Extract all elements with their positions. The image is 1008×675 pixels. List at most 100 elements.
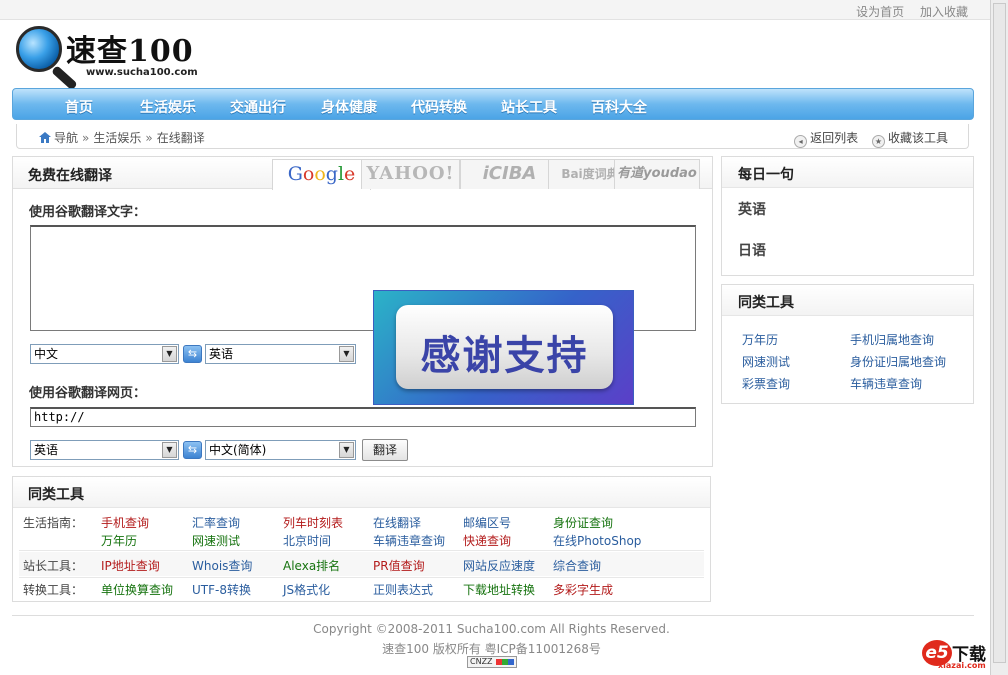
side-link[interactable]: 万年历 [742, 331, 778, 348]
breadcrumb-bar: 导航» 生活娱乐» 在线翻译 ◂ 返回列表 ★ 收藏该工具 [16, 124, 969, 149]
nav-code[interactable]: 代码转换 [411, 97, 467, 117]
similar-tools-header: 同类工具 [13, 477, 710, 508]
back-to-list[interactable]: ◂ 返回列表 [794, 131, 859, 148]
set-homepage-link[interactable]: 设为首页 [856, 5, 904, 19]
text-to-value: 英语 [209, 347, 234, 361]
side-link[interactable]: 彩票查询 [742, 375, 790, 392]
side-link[interactable]: 车辆违章查询 [850, 375, 922, 392]
watermark-logo: e5 下载 xiazai.com [920, 638, 1002, 672]
translate-title: 免费在线翻译 [28, 168, 112, 184]
row-label-life: 生活指南： [23, 516, 84, 530]
page-to-select[interactable]: 中文(简体) ▼ [205, 440, 356, 460]
tool-link[interactable]: 邮编区号 [463, 514, 511, 531]
tool-link[interactable]: 网速测试 [192, 532, 240, 549]
daily-sentence-panel: 每日一句 英语 日语 [721, 156, 974, 276]
similar-tools-panel: 同类工具 生活指南： 手机查询 汇率查询 列车时刻表 在线翻译 邮编区号 身份证… [12, 476, 711, 602]
scrollbar-thumb[interactable] [993, 3, 1006, 663]
breadcrumb-separator: » [145, 131, 153, 145]
tool-link[interactable]: Alexa排名 [283, 557, 340, 574]
tool-link[interactable]: 列车时刻表 [283, 514, 343, 531]
breadcrumb-nav[interactable]: 导航 [54, 131, 78, 145]
similar-tools-side-title: 同类工具 [738, 295, 794, 311]
nav-encyclopedia[interactable]: 百科大全 [591, 97, 647, 117]
add-favorite-link[interactable]: 加入收藏 [920, 5, 968, 19]
tool-link[interactable]: 在线翻译 [373, 514, 421, 531]
translate-page-button[interactable]: 翻译 [362, 439, 408, 461]
tool-link[interactable]: 汇率查询 [192, 514, 240, 531]
logo-url: www.sucha100.com [86, 67, 198, 78]
tool-link[interactable]: UTF-8转换 [192, 581, 251, 598]
text-to-select[interactable]: 英语 ▼ [205, 344, 356, 364]
side-link[interactable]: 身份证归属地查询 [850, 353, 946, 370]
star-icon: ★ [871, 135, 885, 148]
stat-badge[interactable]: CNZZ [467, 656, 517, 668]
vertical-scrollbar[interactable] [990, 0, 1008, 675]
thanks-banner-text: 感谢支持 [420, 333, 589, 379]
page-translate-label: 使用谷歌翻译网页： [29, 386, 147, 401]
chevron-down-icon: ▼ [339, 442, 354, 458]
tool-link[interactable]: PR值查询 [373, 557, 425, 574]
top-strip: 设为首页 加入收藏 [0, 0, 990, 20]
tab-yahoo[interactable]: YAHOO! [361, 159, 460, 189]
footer-copyright: Copyright ©2008-2011 Sucha100.com All Ri… [313, 622, 670, 636]
tool-link[interactable]: 身份证查询 [553, 514, 613, 531]
breadcrumb: 导航» 生活娱乐» 在线翻译 [39, 129, 205, 146]
tool-link[interactable]: IP地址查询 [101, 557, 160, 574]
page-from-value: 英语 [34, 443, 59, 457]
tool-link[interactable]: 下载地址转换 [463, 581, 535, 598]
swap-languages-icon[interactable]: ⇆ [183, 441, 202, 459]
tab-iciba[interactable]: iCIBA [460, 159, 559, 189]
back-label: 返回列表 [810, 131, 859, 145]
similar-tools-title: 同类工具 [28, 487, 84, 503]
nav-traffic[interactable]: 交通出行 [230, 97, 286, 117]
nav-webmaster[interactable]: 站长工具 [501, 97, 557, 117]
row-label-convert: 转换工具： [23, 583, 84, 597]
breadcrumb-separator: » [82, 131, 90, 145]
chevron-down-icon: ▼ [162, 346, 177, 362]
tool-link[interactable]: 车辆违章查询 [373, 532, 445, 549]
swap-languages-icon[interactable]: ⇆ [183, 345, 202, 363]
main-nav: 首页 生活娱乐 交通出行 身体健康 代码转换 站长工具 百科大全 [12, 88, 974, 120]
nav-life[interactable]: 生活娱乐 [140, 97, 196, 117]
tool-link[interactable]: 正则表达式 [373, 581, 433, 598]
tool-link[interactable]: JS格式化 [283, 581, 330, 598]
nav-health[interactable]: 身体健康 [321, 97, 377, 117]
tab-youdao[interactable]: 有道youdao [614, 159, 700, 189]
tool-link[interactable]: 网站反应速度 [463, 557, 535, 574]
row-label-webmaster: 站长工具： [23, 559, 84, 573]
chevron-down-icon: ▼ [339, 346, 354, 362]
text-translate-label: 使用谷歌翻译文字： [29, 205, 147, 220]
nav-home[interactable]: 首页 [65, 97, 93, 117]
daily-title: 每日一句 [738, 167, 794, 183]
tool-link[interactable]: 北京时间 [283, 532, 331, 549]
thanks-banner-plate: 感谢支持 [396, 305, 613, 389]
tool-link[interactable]: 在线PhotoShop [553, 532, 641, 549]
text-from-select[interactable]: 中文 ▼ [30, 344, 179, 364]
tool-link[interactable]: Whois查询 [192, 557, 252, 574]
url-input[interactable]: http:// [30, 407, 696, 427]
tool-link[interactable]: 快递查询 [463, 532, 511, 549]
page-from-select[interactable]: 英语 ▼ [30, 440, 179, 460]
stat-badge-label: CNZZ [470, 657, 493, 666]
chevron-down-icon: ▼ [162, 442, 177, 458]
favorite-tool[interactable]: ★ 收藏该工具 [871, 131, 948, 148]
daily-header: 每日一句 [722, 157, 973, 188]
tab-google[interactable]: Google [272, 159, 371, 190]
back-icon: ◂ [794, 135, 808, 148]
tool-link[interactable]: 单位换算查询 [101, 581, 173, 598]
top-links: 设为首页 加入收藏 [844, 3, 968, 20]
home-icon [39, 132, 51, 143]
daily-japanese[interactable]: 日语 [738, 240, 766, 260]
tool-link[interactable]: 手机查询 [101, 514, 149, 531]
stat-badge-bar [496, 659, 514, 665]
side-link[interactable]: 手机归属地查询 [850, 331, 934, 348]
side-link[interactable]: 网速测试 [742, 353, 790, 370]
breadcrumb-life[interactable]: 生活娱乐 [93, 131, 141, 145]
text-from-value: 中文 [34, 347, 59, 361]
daily-english[interactable]: 英语 [738, 199, 766, 219]
tool-link[interactable]: 多彩字生成 [553, 581, 613, 598]
site-logo[interactable]: 速查100 www.sucha100.com [16, 24, 198, 91]
tool-link[interactable]: 万年历 [101, 532, 137, 549]
thanks-banner[interactable]: 感谢支持 [373, 290, 634, 405]
tool-link[interactable]: 综合查询 [553, 557, 601, 574]
